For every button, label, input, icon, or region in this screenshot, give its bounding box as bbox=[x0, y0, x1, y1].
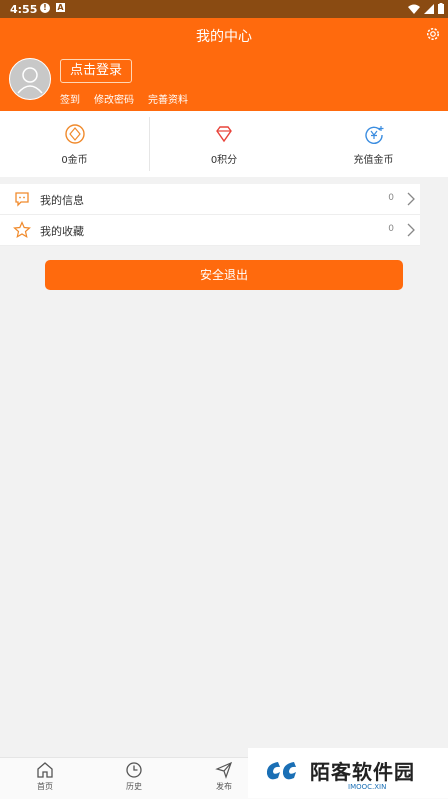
points-stat[interactable]: 0积分 bbox=[150, 111, 298, 177]
recharge-label: 充值金币 bbox=[353, 155, 394, 166]
logout-button[interactable]: 安全退出 bbox=[45, 260, 403, 290]
user-icon bbox=[17, 67, 43, 94]
menu-item-count: 0 bbox=[388, 224, 394, 234]
tab-publish[interactable]: 发布 bbox=[204, 761, 244, 792]
menu-item-label: 我的信息 bbox=[40, 194, 84, 207]
menu-item-count: 0 bbox=[388, 193, 394, 203]
chevron-right-icon bbox=[407, 192, 415, 206]
app-notification-icon: A bbox=[56, 3, 65, 12]
message-icon bbox=[15, 192, 29, 207]
stats-panel: 0金币 0积分 充值金币 bbox=[0, 111, 448, 177]
status-bar: 4:55 ! A bbox=[0, 0, 448, 18]
title-bar: 我的中心 bbox=[0, 18, 448, 51]
checkin-link[interactable]: 签到 bbox=[60, 91, 80, 106]
recharge-stat[interactable]: 充值金币 bbox=[299, 111, 448, 177]
battery-icon bbox=[438, 3, 444, 14]
coin-icon bbox=[64, 124, 85, 144]
coins-label: 0金币 bbox=[61, 155, 88, 166]
login-button[interactable]: 点击登录 bbox=[60, 59, 133, 83]
change-password-link[interactable]: 修改密码 bbox=[94, 91, 134, 106]
tab-label: 发布 bbox=[216, 782, 232, 791]
signal-icon bbox=[424, 3, 434, 14]
profile-links: 签到 修改密码 完善资料 bbox=[60, 91, 188, 106]
profile-header: 点击登录 签到 修改密码 完善资料 bbox=[0, 51, 448, 111]
send-icon bbox=[215, 761, 233, 779]
watermark: 陌客软件园 IMOOC.XIN bbox=[248, 748, 448, 798]
menu-list: 我的信息 0 我的收藏 0 bbox=[0, 184, 420, 246]
watermark-text: 陌客软件园 bbox=[310, 760, 415, 784]
menu-item-label: 我的收藏 bbox=[40, 225, 84, 238]
alert-icon: ! bbox=[40, 3, 50, 13]
star-icon bbox=[13, 221, 31, 239]
points-label: 0积分 bbox=[210, 155, 238, 166]
watermark-subtext: IMOOC.XIN bbox=[348, 783, 387, 791]
recharge-icon bbox=[364, 126, 383, 144]
menu-item-my-favorites[interactable]: 我的收藏 0 bbox=[0, 215, 420, 246]
watermark-logo bbox=[266, 762, 296, 780]
diamond-icon bbox=[216, 126, 232, 143]
status-time: 4:55 bbox=[10, 3, 38, 16]
complete-profile-link[interactable]: 完善资料 bbox=[148, 91, 188, 106]
chevron-right-icon bbox=[407, 223, 415, 237]
menu-item-my-info[interactable]: 我的信息 0 bbox=[0, 184, 420, 215]
wifi-icon bbox=[408, 4, 420, 14]
tab-home[interactable]: 首页 bbox=[25, 761, 65, 792]
home-icon bbox=[37, 762, 53, 778]
coins-stat[interactable]: 0金币 bbox=[0, 111, 149, 177]
tab-label: 历史 bbox=[126, 782, 142, 791]
page-title: 我的中心 bbox=[196, 29, 252, 45]
tab-history[interactable]: 历史 bbox=[114, 761, 154, 792]
clock-icon bbox=[126, 762, 142, 778]
avatar[interactable] bbox=[9, 58, 51, 100]
tab-label: 首页 bbox=[37, 782, 53, 791]
gear-icon[interactable] bbox=[424, 25, 442, 43]
